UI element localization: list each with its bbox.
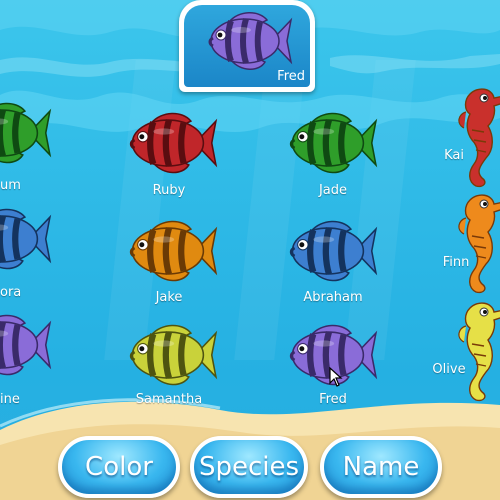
seahorse-label-olive: Olive (432, 362, 466, 377)
color-button-label: Color (85, 452, 153, 482)
fish-label-left-green: um (0, 178, 21, 193)
fish-left-purple[interactable] (0, 312, 52, 378)
sort-by-color-button[interactable]: Color (58, 436, 180, 498)
fish-label-fred: Fred (319, 392, 347, 407)
fish-samantha[interactable] (122, 322, 218, 388)
seahorse-label-finn: Finn (442, 255, 470, 270)
seahorse-olive[interactable] (448, 298, 500, 404)
seahorse-kai[interactable] (448, 84, 500, 190)
seahorse-icon (458, 88, 500, 188)
fish-label-samantha: Samantha (135, 392, 203, 407)
seahorse-label-kai: Kai (444, 148, 464, 163)
seahorse-finn[interactable] (448, 190, 500, 296)
fish-left-green[interactable] (0, 100, 52, 166)
mouse-cursor-icon (329, 367, 343, 387)
fish-icon (0, 208, 52, 270)
fish-icon (289, 112, 378, 174)
fish-abraham[interactable] (282, 218, 378, 284)
fish-icon (129, 220, 218, 282)
fish-label-jade: Jade (318, 183, 348, 198)
name-button-label: Name (342, 452, 420, 482)
fish-jade[interactable] (282, 110, 378, 176)
fish-label-abraham: Abraham (303, 290, 363, 305)
fish-left-blue[interactable] (0, 206, 52, 272)
seahorse-icon (458, 194, 500, 294)
fish-icon (289, 220, 378, 282)
fish-label-ruby: Ruby (152, 183, 186, 198)
sort-by-species-button[interactable]: Species (190, 436, 308, 498)
fish-label-left-purple: ine (0, 392, 20, 407)
seahorse-icon (458, 302, 500, 402)
fish-icon (129, 324, 218, 386)
fish-ruby[interactable] (122, 110, 218, 176)
selected-fish-name: Fred (277, 69, 305, 84)
aquarium-scene: Fred Ruby Jade Jake Abraham Samantha Fre… (0, 0, 500, 500)
selected-fish-icon (208, 12, 293, 70)
selected-fish-card[interactable]: Fred (179, 0, 315, 92)
fish-icon (0, 102, 52, 164)
fish-jake[interactable] (122, 218, 218, 284)
species-button-label: Species (198, 452, 300, 482)
fish-label-left-blue: ora (0, 285, 22, 300)
sort-by-name-button[interactable]: Name (320, 436, 442, 498)
fish-icon (129, 112, 218, 174)
fish-icon (0, 314, 52, 376)
fish-label-jake: Jake (155, 290, 183, 305)
